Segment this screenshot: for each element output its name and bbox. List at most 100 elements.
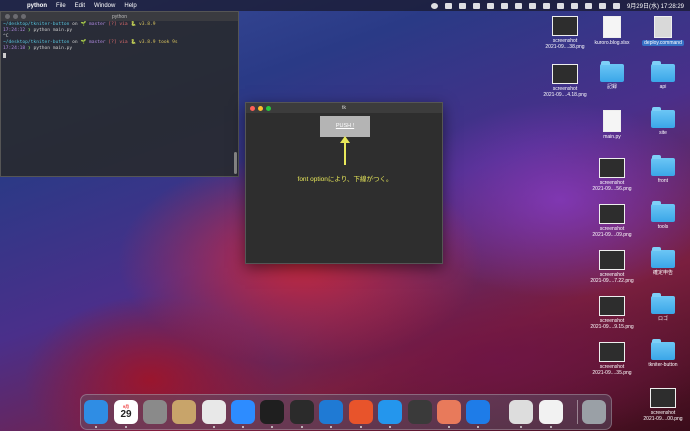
quicktime-icon[interactable]	[408, 400, 432, 424]
terminal-alt-icon[interactable]	[290, 400, 314, 424]
minimize-icon[interactable]	[258, 106, 263, 111]
running-indicator	[213, 426, 215, 428]
running-indicator	[520, 426, 522, 428]
desktop-icon[interactable]: deploy.command	[638, 16, 688, 46]
menu-help[interactable]: Help	[124, 3, 136, 9]
contacts-icon[interactable]	[172, 400, 196, 424]
annotation-arrow	[344, 141, 346, 165]
minimize-icon[interactable]	[13, 14, 18, 19]
running-indicator	[550, 426, 552, 428]
battery-icon[interactable]	[570, 2, 578, 9]
desktop-icon[interactable]: screenshot 2021-09....38.png	[540, 16, 590, 50]
photos-window-icon[interactable]	[509, 400, 533, 424]
terminal-titlebar[interactable]: python	[1, 12, 238, 21]
status-record-icon[interactable]	[430, 2, 438, 9]
status-app-icon[interactable]	[444, 2, 452, 9]
git-branch: 🌱 master	[80, 22, 106, 27]
menu-window[interactable]: Window	[94, 3, 115, 9]
desktop-icon[interactable]: screenshot 2021-09....7.22.png	[587, 250, 637, 284]
terminal-window[interactable]: python ~/desktop/tkniter-button on 🌱 mas…	[0, 11, 239, 177]
folder-icon	[651, 247, 675, 268]
desktop-icon[interactable]: ロゴ	[638, 293, 688, 322]
push-button[interactable]: PUSH !	[320, 116, 370, 137]
desktop-icon[interactable]: screenshot 2021-09....9.15.png	[587, 296, 637, 330]
terminal-output[interactable]: ~/desktop/tkniter-button on 🌱 master [?]…	[1, 21, 238, 59]
bluetooth-icon[interactable]	[542, 2, 550, 9]
status-keyboard-icon[interactable]	[528, 2, 536, 9]
menubar-clock[interactable]: 9月29日(水) 17:28:29	[627, 1, 684, 10]
desktop-icon-label: screenshot 2021-09....4.18.png	[543, 86, 587, 98]
desktop-icon[interactable]: screenshot 2021-09....09.png	[587, 204, 637, 238]
infinity-app-icon[interactable]	[466, 400, 490, 424]
desktop-icon[interactable]: front	[638, 155, 688, 184]
desktop-icon[interactable]: main.py	[587, 110, 637, 140]
trash-icon[interactable]	[582, 400, 606, 424]
search-icon[interactable]	[584, 2, 592, 9]
desktop-icon[interactable]: tools	[638, 201, 688, 230]
close-icon[interactable]	[5, 14, 10, 19]
terminal-time: 17:24:18	[3, 46, 26, 51]
desktop-icon-label: screenshot 2021-09....38.png	[545, 38, 585, 50]
terminal-title: python	[111, 13, 127, 20]
desktop-icon-label: screenshot 2021-09....9.15.png	[590, 318, 634, 330]
desktop-icon[interactable]: api	[638, 61, 688, 90]
git-branch: 🌱 master	[80, 40, 106, 45]
zoom-icon[interactable]	[231, 400, 255, 424]
terminal-command: python main.py	[33, 28, 73, 33]
docker-status-icon[interactable]	[458, 2, 466, 9]
running-indicator	[242, 426, 244, 428]
menu-file[interactable]: File	[56, 3, 66, 9]
python-version: 🐍 v3.8.9	[130, 40, 156, 45]
docker-icon[interactable]	[378, 400, 402, 424]
status-box-icon[interactable]	[514, 2, 522, 9]
preview-icon[interactable]	[437, 400, 461, 424]
zoom-icon[interactable]	[266, 106, 271, 111]
siri-icon[interactable]	[612, 2, 620, 9]
desktop-icon[interactable]: tkniter-button	[638, 339, 688, 368]
system-preferences-icon[interactable]	[143, 400, 167, 424]
menu-app-name[interactable]: python	[27, 3, 47, 9]
desktop-icon[interactable]: screenshot 2021-09....00.png	[638, 388, 688, 422]
menu-edit[interactable]: Edit	[75, 3, 85, 9]
terminal-icon[interactable]	[260, 400, 284, 424]
terminal-text: ^C	[3, 34, 9, 39]
desktop-icon-label: deploy.command	[642, 40, 684, 46]
tk-window-title: tk	[341, 105, 347, 111]
desktop-icon[interactable]: 確定申告	[638, 247, 688, 276]
desktop-icon-label: 記録	[606, 84, 617, 90]
desktop-icon-label: screenshot 2021-09....35.png	[592, 364, 632, 376]
dock-separator	[577, 400, 578, 424]
control-center-icon[interactable]	[598, 2, 606, 9]
wifi-icon[interactable]	[556, 2, 564, 9]
screenshot-thumbnail-icon	[650, 388, 676, 408]
vscode-icon[interactable]	[319, 400, 343, 424]
calendar-icon[interactable]: 9月 29	[114, 400, 138, 424]
finder-icon[interactable]	[84, 400, 108, 424]
desktop-icon-label: api	[659, 84, 667, 90]
status-display-icon[interactable]	[486, 2, 494, 9]
status-p-icon[interactable]	[472, 2, 480, 9]
analytics-icon[interactable]	[349, 400, 373, 424]
running-indicator	[330, 426, 332, 428]
status-moon-icon[interactable]	[500, 2, 508, 9]
folder-icon	[651, 155, 675, 176]
desktop-icon[interactable]: screenshot 2021-09....35.png	[587, 342, 637, 376]
zoom-icon[interactable]	[21, 14, 26, 19]
desktop-icon[interactable]: screenshot 2021-09....4.18.png	[540, 64, 590, 98]
terminal-scrollbar[interactable]	[234, 152, 237, 174]
tk-titlebar[interactable]: tk	[246, 103, 442, 113]
running-indicator	[301, 426, 303, 428]
close-icon[interactable]	[250, 106, 255, 111]
desktop-icon[interactable]: 記録	[587, 61, 637, 90]
chrome-icon[interactable]	[202, 400, 226, 424]
python-version: 🐍 v3.8.9	[130, 22, 156, 27]
desktop-icon[interactable]: kuroro.blog.xlsx	[587, 16, 637, 46]
desktop-icon[interactable]: site	[638, 107, 688, 136]
folder-icon	[600, 61, 624, 82]
tk-window[interactable]: tk PUSH ! font optionにより、下線がつく。	[245, 102, 443, 264]
git-state: [?] via	[105, 22, 131, 27]
calendar-day: 29	[120, 409, 132, 420]
desktop-icon-label: main.py	[603, 134, 621, 140]
desktop-icon[interactable]: screenshot 2021-09....56.png	[587, 158, 637, 192]
document-icon[interactable]	[539, 400, 563, 424]
